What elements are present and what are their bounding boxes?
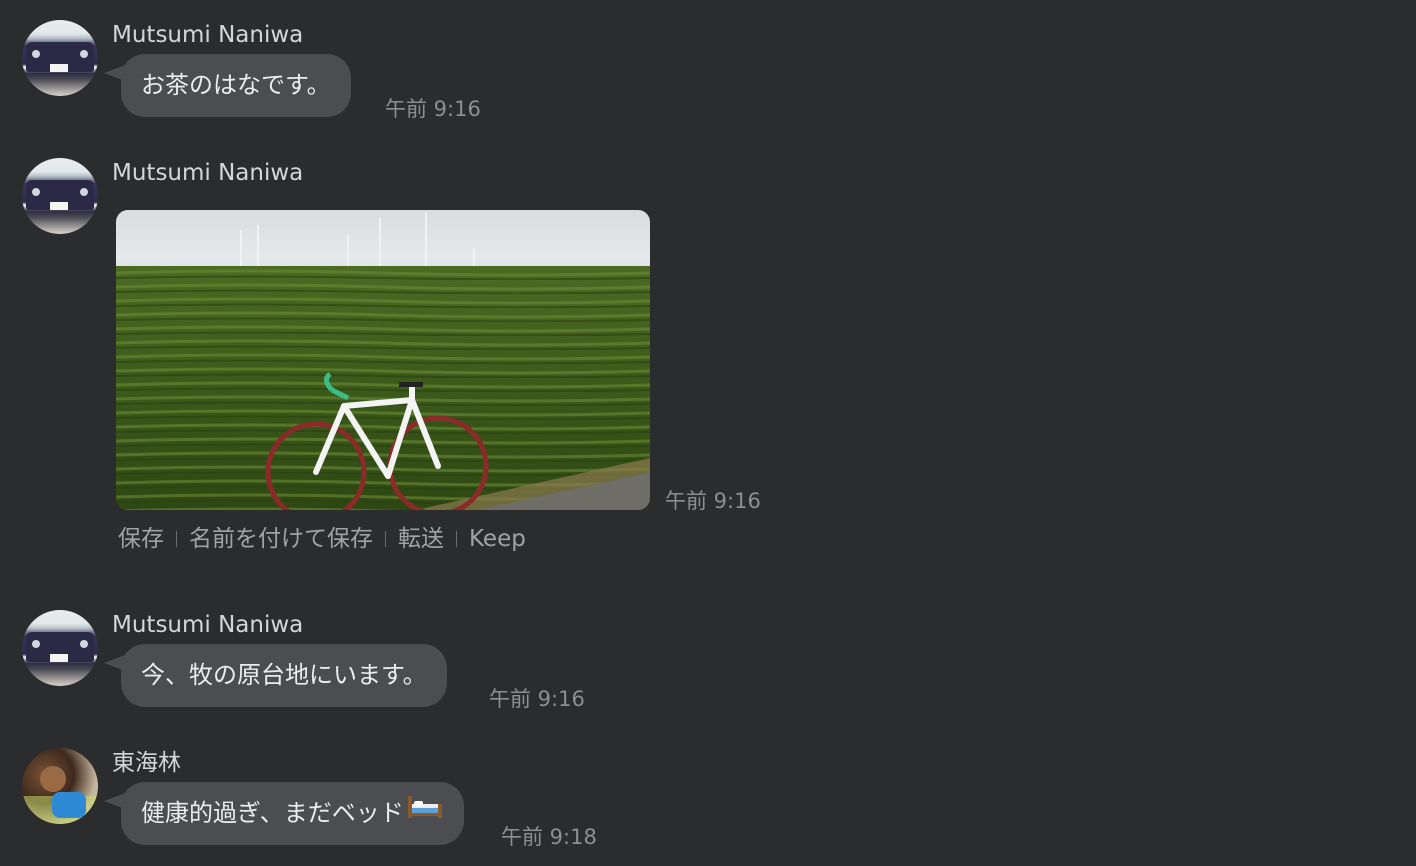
avatar[interactable] bbox=[22, 748, 98, 824]
avatar-car-light bbox=[32, 50, 40, 58]
avatar-car-plate bbox=[50, 202, 68, 210]
keep-button[interactable]: Keep bbox=[469, 525, 526, 553]
photo-image bbox=[116, 210, 650, 510]
message-text: 健康的過ぎ、まだベッド bbox=[141, 799, 404, 827]
message-time: 午前 9:18 bbox=[501, 825, 597, 849]
avatar-car-light bbox=[80, 50, 88, 58]
avatar-car-plate bbox=[50, 654, 68, 662]
avatar[interactable] bbox=[22, 158, 98, 234]
message-bubble[interactable]: お茶のはなです。 bbox=[121, 54, 351, 117]
bed-emoji-icon bbox=[406, 781, 444, 844]
action-separator bbox=[176, 531, 177, 547]
avatar-kid-face bbox=[40, 766, 66, 792]
message-bubble[interactable]: 健康的過ぎ、まだベッド bbox=[121, 782, 464, 845]
message-time: 午前 9:16 bbox=[665, 489, 761, 513]
sender-name: Mutsumi Naniwa bbox=[112, 612, 304, 638]
avatar-car-plate bbox=[50, 64, 68, 72]
avatar-car-light bbox=[80, 640, 88, 648]
save-as-button[interactable]: 名前を付けて保存 bbox=[189, 525, 373, 553]
message-time: 午前 9:16 bbox=[385, 97, 481, 121]
tea-field-bicycle-photo[interactable] bbox=[116, 210, 650, 510]
sender-name: Mutsumi Naniwa bbox=[112, 160, 304, 186]
chat-message-list: Mutsumi Naniwa お茶のはなです。 午前 9:16 Mutsumi … bbox=[0, 0, 1416, 866]
avatar-car-light bbox=[80, 188, 88, 196]
forward-button[interactable]: 転送 bbox=[398, 525, 444, 553]
message-time: 午前 9:16 bbox=[489, 687, 585, 711]
action-separator bbox=[456, 531, 457, 547]
avatar[interactable] bbox=[22, 610, 98, 686]
sender-name: 東海林 bbox=[112, 750, 181, 776]
avatar-car-light bbox=[32, 188, 40, 196]
message-bubble[interactable]: 今、牧の原台地にいます。 bbox=[121, 644, 447, 707]
avatar-car-light bbox=[32, 640, 40, 648]
sender-name: Mutsumi Naniwa bbox=[112, 22, 304, 48]
image-action-bar: 保存 名前を付けて保存 転送 Keep bbox=[118, 525, 526, 553]
avatar-kid-shirt bbox=[52, 792, 86, 818]
avatar[interactable] bbox=[22, 20, 98, 96]
save-button[interactable]: 保存 bbox=[118, 525, 164, 553]
action-separator bbox=[385, 531, 386, 547]
